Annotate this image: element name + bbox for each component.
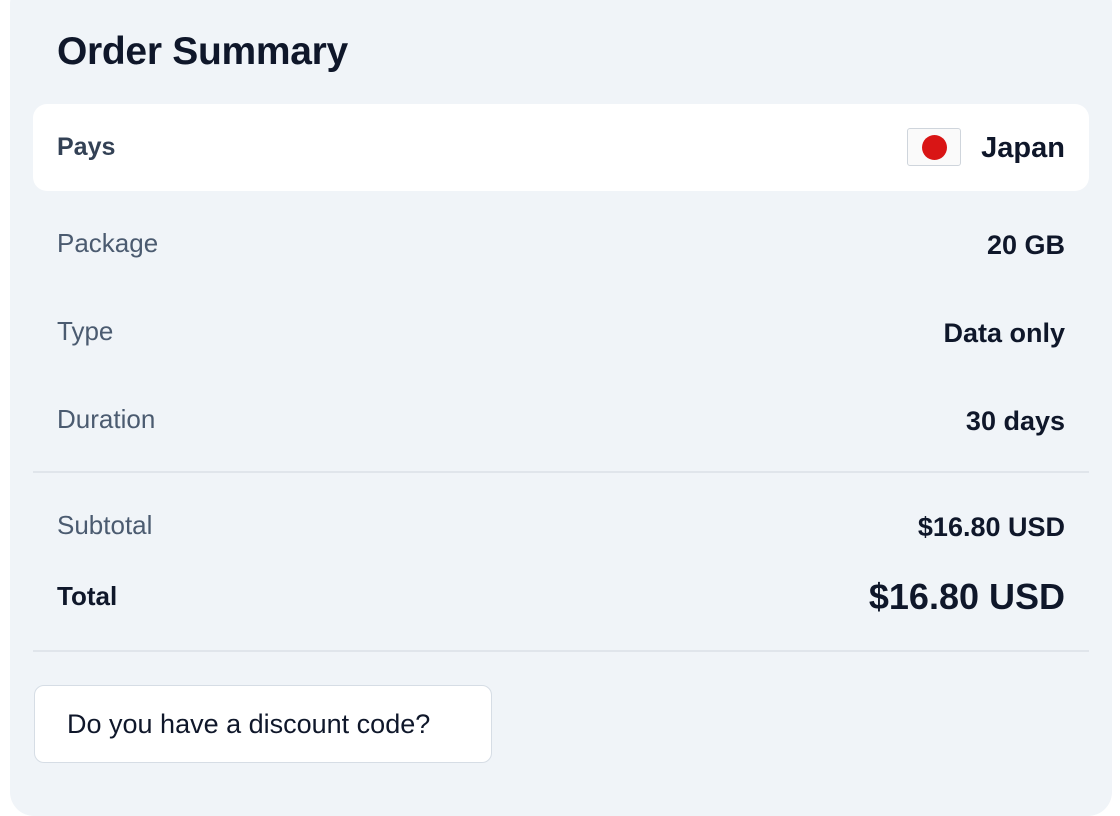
subtotal-value: $16.80 USD [917,512,1065,542]
total-value: $16.80 USD [868,576,1065,617]
type-label: Type [57,316,114,346]
order-summary-title: Order Summary [57,30,348,73]
divider [33,471,1089,473]
country-row: Pays Japan [33,104,1089,191]
package-value: 20 GB [986,230,1065,260]
type-value: Data only [943,318,1065,348]
subtotal-label: Subtotal [57,510,153,540]
country-value: Japan [981,132,1065,164]
discount-code-button[interactable]: Do you have a discount code? [34,685,492,763]
divider [33,650,1089,652]
package-label: Package [57,228,159,258]
japan-flag-icon [907,128,961,166]
flag-red-disc [922,135,947,160]
duration-value: 30 days [965,406,1065,436]
country-label: Pays [57,133,116,161]
total-label: Total [57,581,118,611]
duration-label: Duration [57,404,156,434]
